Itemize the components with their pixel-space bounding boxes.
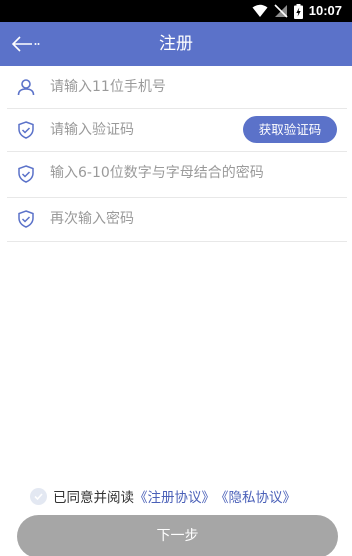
page-title: 注册 xyxy=(159,34,193,54)
shield-check-icon xyxy=(18,121,34,139)
shield-check-icon xyxy=(18,165,34,183)
agreement-text: 已同意并阅读 xyxy=(53,490,134,506)
privacy-agreement-link[interactable]: 《隐私协议》 xyxy=(215,486,296,506)
verification-code-row: 获取验证码 xyxy=(7,109,347,152)
wifi-icon xyxy=(252,4,268,17)
battery-charging-icon xyxy=(293,3,303,19)
check-icon xyxy=(34,492,43,500)
verification-code-input[interactable] xyxy=(50,119,236,141)
agreement-row: 已同意并阅读 《注册协议》 《隐私协议》 xyxy=(30,485,296,507)
shield-check-icon xyxy=(18,210,34,228)
get-code-button[interactable]: 获取验证码 xyxy=(243,116,337,143)
confirm-password-input[interactable] xyxy=(50,208,330,230)
register-form: 获取验证码 xyxy=(7,66,347,242)
password-row xyxy=(7,152,347,198)
app-bar: 注册 xyxy=(0,22,352,66)
status-time: 10:07 xyxy=(308,3,342,18)
phone-row xyxy=(7,66,347,109)
confirm-password-row xyxy=(7,198,347,242)
status-bar: 10:07 xyxy=(0,0,352,22)
no-sim-icon xyxy=(274,4,288,18)
user-icon xyxy=(17,79,35,96)
status-icons: 10:07 xyxy=(252,3,342,19)
agree-checkbox[interactable] xyxy=(30,487,47,505)
register-agreement-link[interactable]: 《注册协议》 xyxy=(134,486,215,506)
next-step-button[interactable]: 下一步 xyxy=(17,515,338,556)
phone-input[interactable] xyxy=(50,76,330,98)
password-input[interactable] xyxy=(50,162,330,184)
